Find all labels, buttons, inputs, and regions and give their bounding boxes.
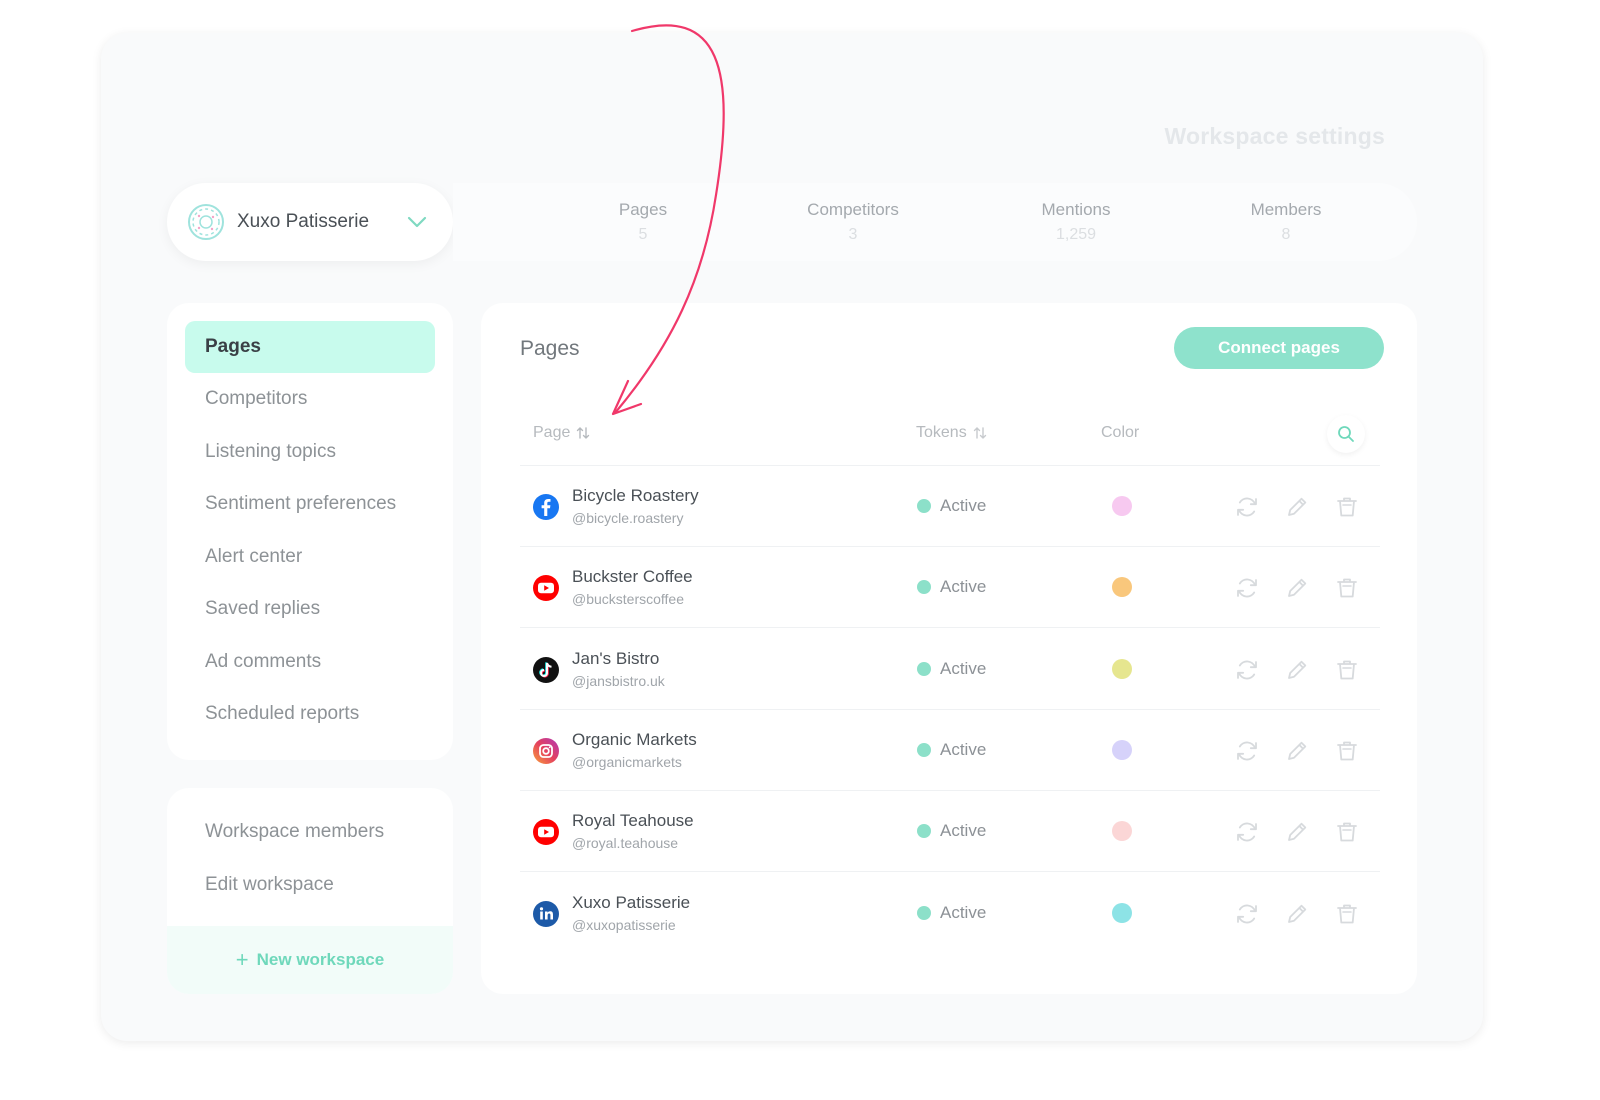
refresh-icon[interactable] [1233,818,1261,846]
pages-panel: Pages Connect pages Page Tokens Color Bi… [481,303,1417,994]
youtube-icon [532,574,560,602]
page-color-swatch[interactable] [1112,902,1132,923]
table-row: Jan's Bistro @jansbistro.uk Active [520,629,1380,710]
trash-icon[interactable] [1333,574,1361,602]
sort-icon [577,427,590,439]
edit-icon[interactable] [1283,900,1311,928]
page-name: Buckster Coffee [572,567,693,587]
page-name: Xuxo Patisserie [572,892,691,912]
nav-item-alert-center[interactable]: Alert center [185,531,435,583]
refresh-icon[interactable] [1233,493,1261,521]
page-name: Organic Markets [572,729,697,749]
page-color-swatch[interactable] [1112,658,1132,679]
refresh-icon[interactable] [1233,574,1261,602]
donut-logo-icon [188,204,224,240]
page-color-swatch[interactable] [1112,739,1132,760]
page-name: Royal Teahouse [572,811,694,831]
edit-icon[interactable] [1283,737,1311,765]
edit-icon[interactable] [1283,574,1311,602]
stat-competitors: Competitors 3 [807,200,899,243]
nav-item-ad-comments[interactable]: Ad comments [185,636,435,688]
refresh-icon[interactable] [1233,900,1261,928]
table-row: Royal Teahouse @royal.teahouse Active [520,791,1380,873]
status-dot-icon [917,580,931,595]
column-header-page[interactable]: Page [533,424,590,442]
table-search-button[interactable] [1327,415,1365,453]
status-dot-icon [917,742,931,757]
settings-nav: Pages Competitors Listening topics Senti… [167,303,453,760]
new-workspace-button[interactable]: + New workspace [167,926,453,994]
sort-icon [973,427,986,439]
new-workspace-label: New workspace [256,950,385,969]
edit-icon[interactable] [1283,818,1311,846]
edit-icon[interactable] [1283,656,1311,684]
page-handle: @bucksterscoffee [572,591,685,608]
stat-members: Members 8 [1250,200,1322,243]
nav-item-pages[interactable]: Pages [185,321,435,373]
page-name: Bicycle Roastery [572,486,699,505]
column-header-color: Color [1101,424,1140,441]
nav-item-scheduled-reports[interactable]: Scheduled reports [185,688,435,740]
plus-icon: + [235,947,249,972]
nav-item-listening-topics[interactable]: Listening topics [185,426,435,478]
nav-item-saved-replies[interactable]: Saved replies [185,583,435,635]
table-row: Organic Markets @organicmarkets Active [520,710,1380,791]
linkedin-icon [532,900,560,928]
page-handle: @xuxopatisserie [572,916,676,933]
refresh-icon[interactable] [1233,737,1261,765]
nav-item-sentiment-preferences[interactable]: Sentiment preferences [185,478,435,530]
trash-icon[interactable] [1333,493,1361,521]
token-status: Active [917,659,986,679]
refresh-icon[interactable] [1233,656,1261,684]
table-row: Xuxo Patisserie @xuxopatisserie Active [520,873,1380,954]
window-title: Workspace settings [1164,123,1385,149]
trash-icon[interactable] [1333,900,1361,928]
edit-icon[interactable] [1283,493,1311,521]
status-dot-icon [917,499,931,513]
trash-icon[interactable] [1333,818,1361,846]
token-status: Active [917,577,986,597]
table-row: Bicycle Roastery @bicycle.roastery Active [520,466,1380,547]
page-handle: @jansbistro.uk [572,672,665,689]
tiktok-icon [532,656,560,684]
token-status: Active [917,496,986,516]
stat-pages: Pages 5 [618,200,668,243]
workspace-stats: Pages 5 Competitors 3 Mentions 1,259 Mem… [453,183,1417,261]
page-color-swatch[interactable] [1112,577,1132,598]
connect-pages-button[interactable]: Connect pages [1174,327,1384,369]
workspace-selector[interactable]: Xuxo Patisserie [167,183,453,261]
workspace-nav: Workspace members Edit workspace + New w… [167,788,453,994]
trash-icon[interactable] [1333,656,1361,684]
stat-mentions: Mentions 1,259 [1041,200,1111,243]
nav-item-competitors[interactable]: Competitors [185,373,435,425]
nav-item-edit-workspace[interactable]: Edit workspace [185,859,435,911]
page-handle: @organicmarkets [572,753,682,770]
pages-panel-title: Pages [520,337,580,360]
token-status: Active [917,740,986,760]
chevron-down-icon [407,216,427,228]
page-handle: @bicycle.roastery [572,510,684,526]
nav-item-workspace-members[interactable]: Workspace members [185,806,435,858]
status-dot-icon [917,661,931,676]
youtube-icon [532,818,560,846]
table-row: Buckster Coffee @bucksterscoffee Active [520,547,1380,629]
workspace-name: Xuxo Patisserie [237,211,370,232]
page-color-swatch[interactable] [1112,496,1132,516]
status-dot-icon [917,824,931,839]
settings-window: Workspace settings Xuxo Patisserie Pages… [101,33,1483,1041]
column-header-tokens[interactable]: Tokens [916,424,987,442]
page-name: Jan's Bistro [572,648,660,668]
page-color-swatch[interactable] [1112,821,1132,842]
screen: Workspace settings Xuxo Patisserie Pages… [0,0,1600,1100]
status-dot-icon [917,905,931,920]
facebook-icon [532,493,560,521]
instagram-icon [532,737,560,765]
token-status: Active [917,903,986,923]
search-icon [1338,426,1354,442]
trash-icon[interactable] [1333,737,1361,765]
token-status: Active [917,821,986,841]
page-handle: @royal.teahouse [572,835,679,852]
